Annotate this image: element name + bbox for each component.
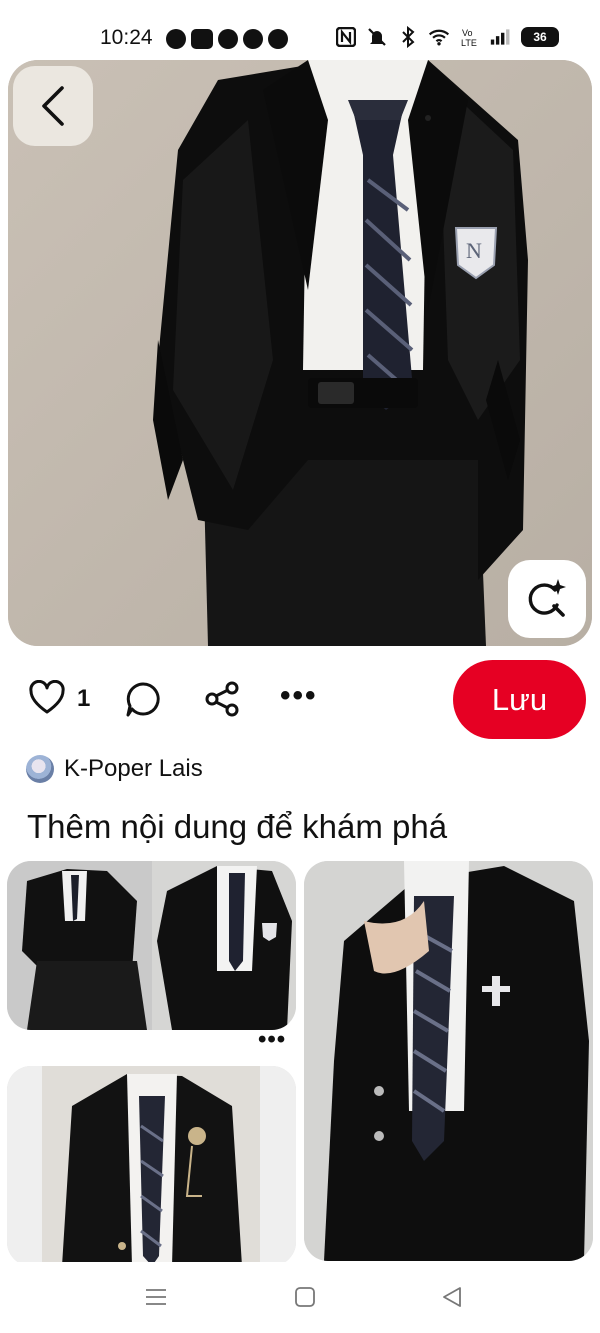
wifi-icon: [428, 26, 450, 48]
share-button[interactable]: [203, 680, 241, 723]
visual-search-icon: [528, 579, 566, 617]
creator-info[interactable]: K-Poper Lais: [26, 755, 203, 783]
home-square-icon: [295, 1287, 315, 1307]
chevron-left-icon: [42, 86, 64, 126]
share-icon: [205, 681, 239, 717]
related-pin-image: [304, 861, 593, 1261]
more-options-button[interactable]: •••: [280, 681, 318, 711]
chat-icon: [166, 29, 186, 49]
action-row: 1 ••• Lưu: [0, 660, 600, 740]
status-time: 10:24: [100, 26, 153, 49]
visual-search-button[interactable]: [508, 560, 586, 638]
svg-text:LTE: LTE: [461, 38, 477, 48]
creator-name[interactable]: K-Poper Lais: [64, 755, 203, 783]
like-button[interactable]: [28, 679, 66, 721]
back-triangle-icon: [443, 1287, 461, 1307]
mute-icon: [366, 26, 388, 48]
comment-icon: [126, 682, 160, 717]
home-button[interactable]: [294, 1286, 316, 1313]
more-icon: •••: [280, 679, 318, 712]
nfc-icon: [335, 26, 357, 48]
battery-icon: 36: [521, 27, 559, 47]
svg-text:N: N: [466, 238, 482, 263]
related-pin-image: [7, 1066, 296, 1266]
like-count: 1: [77, 685, 91, 712]
status-bar: 10:24 Vo LTE 36: [0, 0, 600, 60]
zalo-icon: [191, 29, 213, 49]
menu-icon: [146, 1289, 166, 1305]
bluetooth-icon: [397, 26, 419, 48]
related-pin-card[interactable]: [7, 861, 296, 1030]
volte-icon: Vo LTE: [459, 26, 481, 48]
related-pin-card[interactable]: [304, 861, 593, 1261]
facebook-icon: [218, 29, 238, 49]
section-title: Thêm nội dung để khám phá: [27, 808, 448, 845]
facebook-icon: [268, 29, 288, 49]
card-more-button[interactable]: •••: [258, 1028, 286, 1052]
svg-text:Vo: Vo: [462, 28, 473, 38]
nav-back-button[interactable]: [441, 1286, 463, 1313]
system-nav-bar: [0, 1262, 600, 1333]
save-button[interactable]: Lưu: [453, 660, 586, 739]
related-pin-image: [7, 861, 296, 1030]
heart-icon: [29, 679, 65, 714]
related-pin-card[interactable]: [7, 1066, 296, 1266]
pin-image[interactable]: N: [8, 60, 592, 646]
blazer-illustration: N: [8, 60, 592, 646]
notification-icons: [166, 29, 288, 49]
comment-button[interactable]: [124, 680, 162, 723]
back-button[interactable]: [13, 66, 93, 146]
facebook-icon: [243, 29, 263, 49]
signal-icon: [490, 26, 512, 48]
recents-button[interactable]: [145, 1286, 167, 1313]
system-icons: Vo LTE 36: [335, 26, 559, 48]
avatar[interactable]: [26, 755, 54, 783]
